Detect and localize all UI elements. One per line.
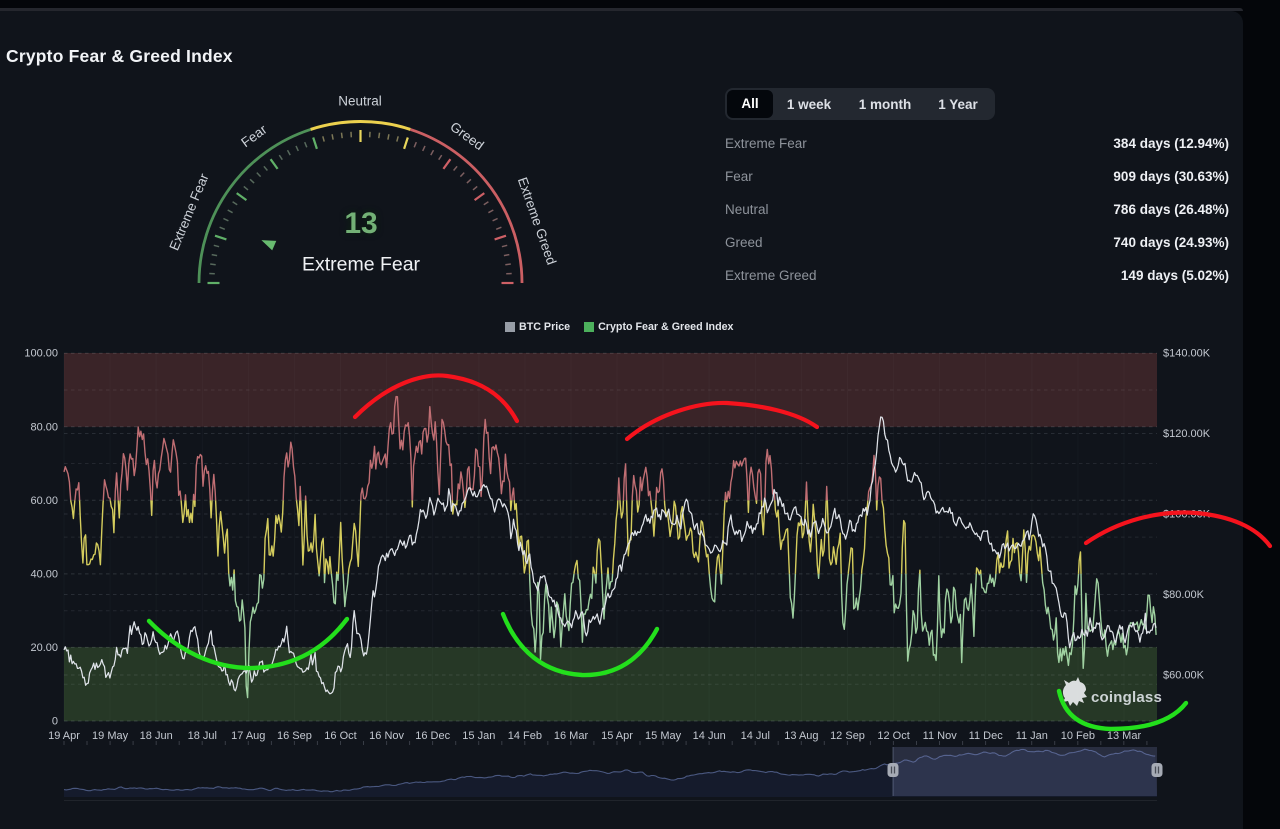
svg-text:17 Aug: 17 Aug — [231, 730, 265, 742]
svg-text:18 Jul: 18 Jul — [188, 730, 217, 742]
svg-text:14 Jul: 14 Jul — [741, 730, 770, 742]
svg-text:11 Jan: 11 Jan — [1016, 730, 1048, 742]
svg-text:coinglass: coinglass — [1091, 689, 1162, 706]
svg-text:19 May: 19 May — [92, 730, 129, 742]
svg-text:15 May: 15 May — [645, 730, 682, 742]
svg-text:16 Nov: 16 Nov — [369, 730, 404, 742]
svg-text:40.00: 40.00 — [30, 568, 58, 580]
svg-text:14 Jun: 14 Jun — [693, 730, 726, 742]
svg-text:16 Oct: 16 Oct — [324, 730, 356, 742]
svg-text:$120.00K: $120.00K — [1163, 428, 1211, 440]
svg-text:12 Oct: 12 Oct — [877, 730, 909, 742]
svg-text:11 Nov: 11 Nov — [923, 730, 958, 742]
svg-text:13 Mar: 13 Mar — [1107, 730, 1142, 742]
svg-text:10 Feb: 10 Feb — [1061, 730, 1095, 742]
svg-text:13 Aug: 13 Aug — [784, 730, 818, 742]
svg-text:15 Apr: 15 Apr — [601, 730, 633, 742]
svg-text:12 Sep: 12 Sep — [830, 730, 865, 742]
svg-text:16 Sep: 16 Sep — [277, 730, 312, 742]
svg-text:11 Dec: 11 Dec — [969, 730, 1004, 742]
svg-text:15 Jan: 15 Jan — [462, 730, 495, 742]
svg-text:19 Apr: 19 Apr — [48, 730, 80, 742]
svg-text:$140.00K: $140.00K — [1163, 348, 1211, 360]
svg-text:0: 0 — [52, 716, 58, 728]
svg-text:16 Mar: 16 Mar — [554, 730, 589, 742]
svg-text:60.00: 60.00 — [30, 495, 58, 507]
svg-text:14 Feb: 14 Feb — [508, 730, 542, 742]
svg-text:80.00: 80.00 — [30, 421, 58, 433]
svg-text:20.00: 20.00 — [30, 642, 58, 654]
svg-text:100.00: 100.00 — [24, 348, 58, 360]
svg-text:$60.00K: $60.00K — [1163, 670, 1205, 682]
svg-text:$80.00K: $80.00K — [1163, 589, 1205, 601]
svg-text:16 Dec: 16 Dec — [415, 730, 450, 742]
svg-text:18 Jun: 18 Jun — [140, 730, 173, 742]
